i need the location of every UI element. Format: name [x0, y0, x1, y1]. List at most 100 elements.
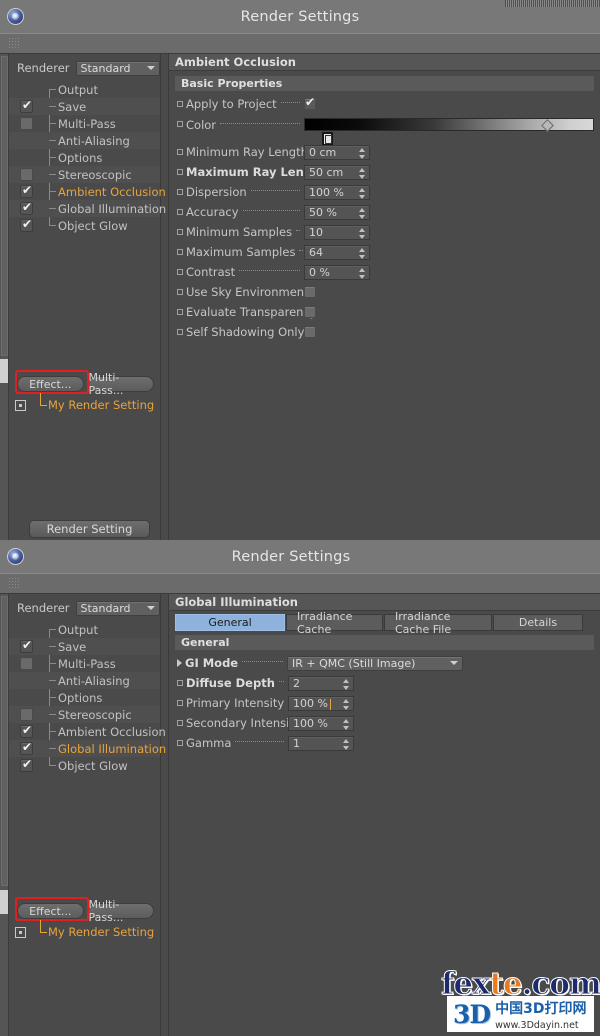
drag-grip-icon[interactable]	[8, 37, 20, 50]
checkbox-save[interactable]	[20, 638, 33, 653]
left-scrollbar-2[interactable]	[0, 594, 9, 1036]
scrollbar-thumb[interactable]	[1, 56, 8, 356]
checkbox-multi-pass[interactable]	[20, 657, 33, 670]
renderer-dropdown-1[interactable]: Standard	[75, 60, 160, 76]
input-contrast[interactable]: 0 %	[304, 264, 370, 280]
sidebar-item-options[interactable]: Options	[9, 149, 160, 166]
panel-divider-1[interactable]	[161, 54, 169, 540]
tab-irradiance-cache-file[interactable]: Irradiance Cache File	[384, 610, 492, 636]
checkbox-evaluate-transparency[interactable]	[304, 306, 316, 318]
input-secondary-intensity[interactable]: 100 %	[288, 715, 354, 731]
property-marker-icon[interactable]	[177, 169, 183, 175]
property-marker-icon[interactable]	[177, 229, 183, 235]
effect-button-1[interactable]: Effect...	[17, 376, 84, 392]
spinner-arrows-icon[interactable]	[359, 227, 365, 239]
panel-divider-2[interactable]	[161, 594, 169, 1036]
sidebar-item-stereoscopic[interactable]: Stereoscopic	[9, 706, 160, 723]
spinner-arrows-icon[interactable]	[359, 187, 365, 199]
expand-arrow-icon[interactable]	[177, 659, 182, 667]
chevron-down-icon	[146, 606, 155, 610]
render-setting-button-1[interactable]: Render Setting	[29, 520, 150, 538]
color-gradient-bar[interactable]	[304, 118, 594, 146]
sidebar-item-object-glow[interactable]: Object Glow	[9, 217, 160, 234]
multipass-button-2[interactable]: Multi-Pass...	[87, 898, 154, 924]
spinner-arrows-icon[interactable]	[343, 678, 349, 690]
sidebar-item-options[interactable]: Options	[9, 689, 160, 706]
sidebar-item-output[interactable]: Output	[9, 621, 160, 638]
checkbox-use-sky-environment[interactable]	[304, 286, 316, 298]
renderer-dropdown-2[interactable]: Standard	[75, 600, 160, 616]
tab-general[interactable]: General	[175, 614, 285, 631]
spinner-arrows-icon[interactable]	[359, 247, 365, 259]
effect-button-2[interactable]: Effect...	[17, 903, 84, 919]
checkbox-global-illumination[interactable]	[20, 740, 33, 755]
checkbox-object-glow[interactable]	[20, 217, 33, 232]
property-marker-icon[interactable]	[177, 700, 183, 706]
input-primary-intensity[interactable]: 100 %	[288, 695, 354, 711]
spinner-arrows-icon[interactable]	[359, 267, 365, 279]
sidebar-item-ambient-occlusion[interactable]: Ambient Occlusion	[9, 183, 166, 200]
property-marker-icon[interactable]	[177, 309, 183, 315]
multipass-button-1[interactable]: Multi-Pass...	[87, 371, 154, 397]
input-gamma[interactable]: 1	[288, 735, 354, 751]
checkbox-save[interactable]	[20, 98, 33, 113]
checkbox-apply-to-project[interactable]	[304, 95, 316, 110]
property-marker-icon[interactable]	[177, 101, 183, 107]
property-marker-icon[interactable]	[177, 680, 183, 686]
property-marker-icon[interactable]	[177, 149, 183, 155]
tab-irradiance-cache[interactable]: Irradiance Cache	[286, 610, 383, 636]
property-marker-icon[interactable]	[177, 329, 183, 335]
spinner-arrows-icon[interactable]	[359, 147, 365, 159]
input-minimum-samples[interactable]: 10	[304, 224, 370, 240]
sidebar-item-multi-pass[interactable]: Multi-Pass	[9, 115, 160, 132]
property-marker-icon[interactable]	[177, 740, 183, 746]
my-render-setting-row-2[interactable]: My Render Setting	[9, 920, 160, 940]
left-scrollbar-1[interactable]	[0, 54, 9, 540]
spinner-arrows-icon[interactable]	[359, 207, 365, 219]
property-marker-icon[interactable]	[177, 269, 183, 275]
checkbox-self-shadowing-only[interactable]	[304, 326, 316, 338]
scrollbar-thumb[interactable]	[1, 596, 8, 886]
checkbox-ambient-occlusion[interactable]	[20, 183, 33, 198]
input-maximum-samples[interactable]: 64	[304, 244, 370, 260]
tab-details[interactable]: Details	[493, 614, 583, 631]
property-marker-icon[interactable]	[177, 189, 183, 195]
checkbox-object-glow[interactable]	[20, 757, 33, 772]
property-marker-icon[interactable]	[177, 121, 183, 127]
spinner-arrows-icon[interactable]	[359, 167, 365, 179]
input-maximum-ray-length[interactable]: 50 cm	[304, 164, 370, 180]
checkbox-multi-pass[interactable]	[20, 117, 33, 130]
checkbox-global-illumination[interactable]	[20, 200, 33, 215]
sidebar-item-anti-aliasing[interactable]: Anti-Aliasing	[9, 132, 160, 149]
sidebar-item-save[interactable]: Save	[9, 638, 160, 655]
my-render-setting-row-1[interactable]: My Render Setting	[9, 393, 160, 413]
sidebar-item-output[interactable]: Output	[9, 81, 160, 98]
sidebar-item-global-illumination[interactable]: Global Illumination	[9, 200, 166, 217]
checkbox-ambient-occlusion[interactable]	[20, 723, 33, 738]
sidebar-item-ambient-occlusion[interactable]: Ambient Occlusion	[9, 723, 166, 740]
sidebar-item-anti-aliasing[interactable]: Anti-Aliasing	[9, 672, 160, 689]
property-marker-icon[interactable]	[177, 289, 183, 295]
spinner-arrows-icon[interactable]	[343, 738, 349, 750]
property-marker-icon[interactable]	[177, 249, 183, 255]
checkbox-stereoscopic[interactable]	[20, 708, 33, 721]
scrollbar-marker[interactable]	[0, 890, 8, 914]
scrollbar-marker[interactable]	[0, 359, 8, 383]
input-accuracy[interactable]: 50 %	[304, 204, 370, 220]
drag-grip-icon[interactable]	[8, 577, 20, 590]
spinner-arrows-icon[interactable]	[343, 698, 349, 710]
sidebar-item-save[interactable]: Save	[9, 98, 160, 115]
sidebar-item-global-illumination[interactable]: Global Illumination	[9, 740, 166, 757]
checkbox-stereoscopic[interactable]	[20, 168, 33, 181]
input-minimum-ray-length[interactable]: 0 cm	[304, 144, 370, 160]
sidebar-item-multi-pass[interactable]: Multi-Pass	[9, 655, 160, 672]
sidebar-item-object-glow[interactable]: Object Glow	[9, 757, 160, 774]
input-diffuse-depth[interactable]: 2	[288, 675, 354, 691]
sidebar-item-stereoscopic[interactable]: Stereoscopic	[9, 166, 160, 183]
spinner-arrows-icon[interactable]	[343, 718, 349, 730]
gradient-knot-diamond[interactable]	[541, 119, 554, 132]
dropdown-gi-mode[interactable]: IR + QMC (Still Image)	[287, 655, 463, 671]
input-dispersion[interactable]: 100 %	[304, 184, 370, 200]
property-marker-icon[interactable]	[177, 209, 183, 215]
property-marker-icon[interactable]	[177, 720, 183, 726]
